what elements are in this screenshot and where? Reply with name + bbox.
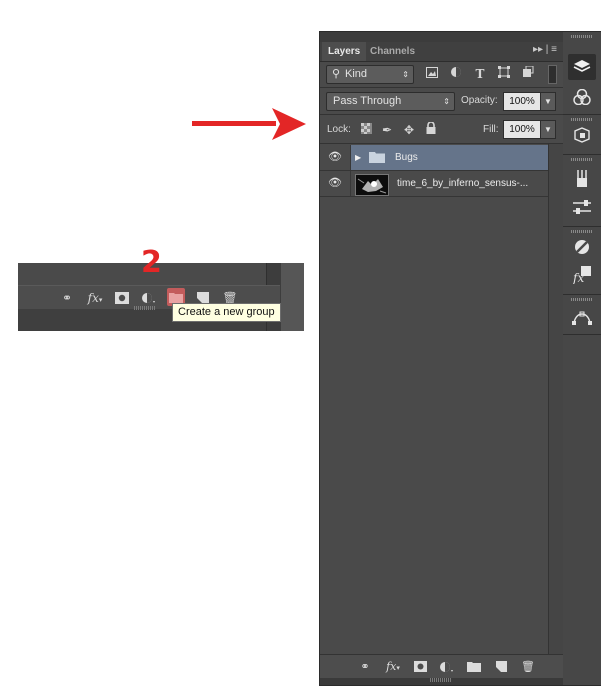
dock-grip[interactable] — [571, 298, 593, 301]
right-dock: fx — [563, 31, 601, 686]
tab-channels[interactable]: Channels — [364, 42, 421, 61]
updown-icon: ⇕ — [443, 97, 450, 106]
dock-separator — [563, 334, 601, 335]
opacity-label: Opacity: — [461, 95, 498, 106]
dock-grip[interactable] — [571, 118, 593, 121]
create-group-tooltip: Create a new group — [172, 303, 281, 322]
pointer-arrow — [192, 108, 306, 140]
dock-separator — [563, 294, 601, 295]
fx-icon[interactable]: fx▾ — [86, 289, 104, 307]
layer-row-image[interactable]: 👁 time_6_by_inferno_sensus-... — [320, 171, 548, 197]
divider — [320, 87, 563, 88]
panel-resize-grip[interactable] — [430, 678, 452, 682]
folder-icon — [369, 151, 385, 166]
lock-pixels-icon[interactable]: ✒ — [379, 122, 395, 138]
dock-grip[interactable] — [571, 158, 593, 161]
dock-separator — [563, 114, 601, 115]
fx-label: fx — [87, 291, 99, 305]
mask-icon[interactable] — [113, 289, 131, 307]
new-group-icon[interactable] — [465, 659, 483, 675]
link-icon[interactable]: ⚭ — [58, 289, 76, 307]
panel-tab-row: Layers Channels ▸▸ | ≡ — [320, 42, 563, 62]
svg-text:fx: fx — [573, 271, 584, 284]
eye-icon[interactable]: 👁 — [320, 171, 351, 196]
layer-name: time_6_by_inferno_sensus-... — [397, 178, 529, 189]
divider — [320, 143, 563, 144]
layers-icon[interactable] — [568, 54, 596, 80]
adjustment-icon[interactable] — [438, 659, 456, 675]
blend-mode-select[interactable]: Pass Through ⇕ — [326, 92, 455, 111]
expand-arrow-icon[interactable]: ▶ — [355, 153, 361, 162]
fx-label: fx — [386, 660, 397, 673]
panel-bottom-toolbar: ⚭ fx▾ 🗑 — [320, 654, 563, 679]
filter-kind-label: Kind — [345, 68, 368, 80]
paths-icon[interactable] — [568, 304, 596, 330]
image-filter-icon[interactable] — [424, 66, 440, 82]
channels-icon[interactable] — [568, 84, 596, 110]
adjust-icon[interactable] — [568, 194, 596, 220]
type-filter-icon[interactable]: T — [472, 66, 488, 82]
dock-grip[interactable] — [571, 35, 593, 38]
dock-separator — [563, 154, 601, 155]
trash-icon[interactable]: 🗑 — [519, 659, 537, 675]
layers-scrollbar[interactable] — [548, 144, 564, 654]
lock-transparent-icon[interactable] — [358, 122, 374, 138]
inset-dock-edge — [281, 263, 304, 331]
adjustment-filter-icon[interactable] — [448, 66, 464, 82]
inset-resize-grip[interactable] — [134, 306, 156, 310]
panel-menu-icon[interactable]: ▸▸ | ≡ — [533, 44, 557, 55]
fill-label: Fill: — [483, 124, 499, 135]
opacity-dropdown-icon[interactable]: ▼ — [540, 92, 556, 111]
layer-thumbnail — [355, 174, 389, 196]
layer-row-group[interactable]: 👁 ▶ Bugs — [320, 145, 548, 171]
fx-icon[interactable]: fx▾ — [384, 659, 402, 675]
styles-icon[interactable]: fx — [568, 262, 596, 288]
filter-kind-select[interactable]: ⚲ Kind ⇕ — [326, 65, 414, 84]
dock-separator — [563, 226, 601, 227]
dock-grip[interactable] — [571, 230, 593, 233]
adjustment-icon[interactable] — [140, 289, 158, 307]
tab-layers[interactable]: Layers — [322, 42, 367, 61]
lock-all-icon[interactable] — [423, 121, 439, 138]
step-number: 2 — [141, 245, 162, 280]
lock-label: Lock: — [327, 124, 351, 135]
divider — [320, 114, 563, 115]
updown-icon: ⇕ — [402, 70, 409, 79]
smart-object-filter-icon[interactable] — [520, 65, 536, 82]
eye-icon[interactable]: 👁 — [320, 145, 351, 170]
filter-toggle[interactable] — [548, 65, 557, 84]
fill-input[interactable]: 100% — [503, 120, 541, 139]
panel-title-bar[interactable] — [320, 32, 563, 42]
3d-icon[interactable] — [568, 122, 596, 148]
fill-dropdown-icon[interactable]: ▼ — [540, 120, 556, 139]
blend-mode-value: Pass Through — [333, 95, 402, 107]
mask-icon[interactable] — [411, 659, 429, 675]
opacity-input[interactable]: 100% — [503, 92, 541, 111]
layers-panel: Layers Channels ▸▸ | ≡ ⚲ Kind ⇕ T Pass T… — [319, 31, 564, 686]
brushes-icon[interactable] — [568, 166, 596, 192]
adjustments-icon[interactable] — [568, 234, 596, 260]
search-icon: ⚲ — [332, 68, 341, 80]
new-layer-icon[interactable] — [492, 659, 510, 675]
link-icon[interactable]: ⚭ — [356, 659, 374, 675]
shape-filter-icon[interactable] — [496, 66, 512, 82]
layer-name: Bugs — [395, 152, 418, 163]
lock-position-icon[interactable]: ✥ — [401, 122, 417, 138]
